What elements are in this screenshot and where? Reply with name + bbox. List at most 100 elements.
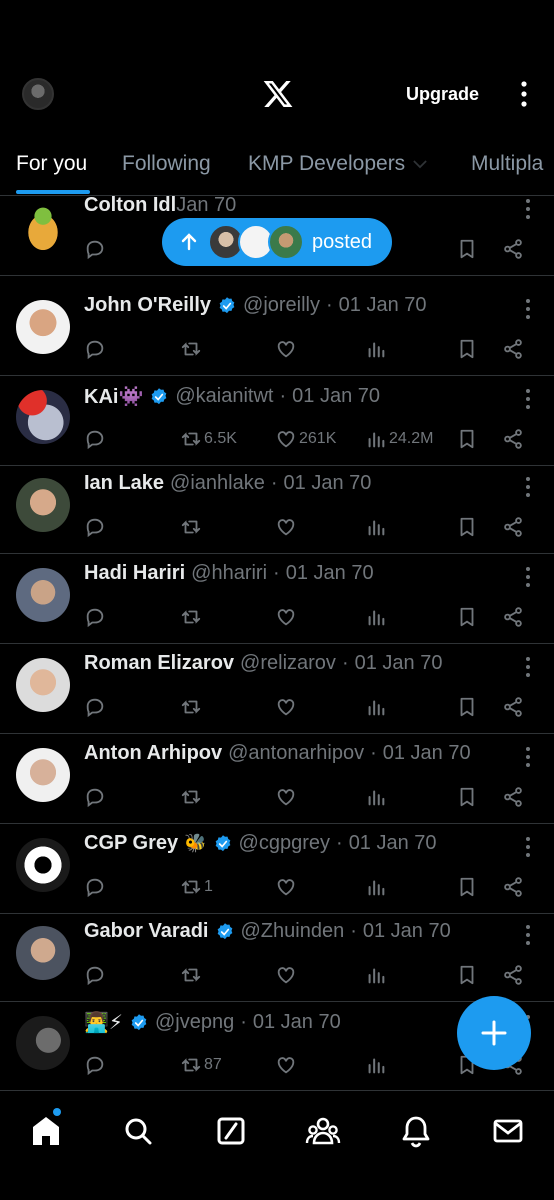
bookmark-icon[interactable]	[456, 424, 478, 454]
author-name[interactable]: CGP Grey	[84, 832, 178, 855]
views-button[interactable]	[363, 782, 389, 812]
views-button[interactable]	[363, 334, 389, 364]
bookmark-icon[interactable]	[456, 782, 478, 812]
author-name[interactable]: KAi👾	[84, 384, 143, 409]
notifications-icon[interactable]	[398, 1113, 434, 1149]
post-item[interactable]: Gabor Varadi @Zhuinden · 01 Jan 70	[0, 912, 554, 1002]
like-button[interactable]	[273, 1050, 299, 1080]
views-button[interactable]	[363, 602, 389, 632]
views-button[interactable]	[363, 512, 389, 542]
like-button[interactable]	[273, 782, 299, 812]
compose-button[interactable]	[457, 996, 531, 1070]
post-more-icon[interactable]	[524, 836, 532, 858]
search-icon[interactable]	[120, 1113, 156, 1149]
upgrade-button[interactable]: Upgrade	[396, 82, 489, 107]
post-item[interactable]: Anton Arhipov @antonarhipov · 01 Jan 70	[0, 734, 554, 824]
post-more-icon[interactable]	[524, 566, 532, 588]
share-icon[interactable]	[502, 692, 524, 722]
bookmark-icon[interactable]	[456, 602, 478, 632]
post-more-icon[interactable]	[524, 388, 532, 410]
avatar[interactable]	[16, 390, 70, 444]
author-name[interactable]: Roman Elizarov	[84, 652, 234, 675]
like-button[interactable]: 261K	[273, 424, 336, 454]
reply-icon[interactable]	[84, 960, 106, 990]
like-button[interactable]	[273, 960, 299, 990]
avatar[interactable]	[16, 838, 70, 892]
communities-icon[interactable]	[305, 1113, 341, 1149]
repost-button[interactable]	[178, 692, 204, 722]
grok-icon[interactable]	[213, 1113, 249, 1149]
avatar[interactable]	[16, 658, 70, 712]
post-item[interactable]: Ian Lake @ianhlake · 01 Jan 70	[0, 464, 554, 554]
like-button[interactable]	[273, 602, 299, 632]
like-button[interactable]	[273, 512, 299, 542]
post-more-icon[interactable]	[524, 746, 532, 768]
views-button[interactable]: 24.2M	[363, 424, 433, 454]
like-button[interactable]	[273, 872, 299, 902]
repost-button[interactable]: 87	[178, 1050, 222, 1080]
author-name[interactable]: Colton Idl	[84, 196, 176, 217]
share-icon[interactable]	[502, 782, 524, 812]
share-icon[interactable]	[502, 234, 524, 264]
post-item[interactable]: CGP Grey 🐝 @cgpgrey · 01 Jan 70 1	[0, 824, 554, 914]
share-icon[interactable]	[502, 602, 524, 632]
repost-button[interactable]	[178, 334, 204, 364]
repost-button[interactable]	[178, 960, 204, 990]
author-name[interactable]: 👨‍💻⚡	[84, 1010, 123, 1035]
views-button[interactable]	[363, 872, 389, 902]
share-icon[interactable]	[502, 960, 524, 990]
reply-icon[interactable]	[84, 234, 106, 264]
author-name[interactable]: Ian Lake	[84, 472, 164, 495]
like-button[interactable]	[273, 334, 299, 364]
avatar[interactable]	[16, 1016, 70, 1070]
more-vertical-icon[interactable]	[512, 80, 536, 108]
reply-icon[interactable]	[84, 872, 106, 902]
tab-multiplatform[interactable]: Multipla	[471, 152, 543, 176]
views-button[interactable]	[363, 692, 389, 722]
share-icon[interactable]	[502, 872, 524, 902]
reply-icon[interactable]	[84, 512, 106, 542]
post-item[interactable]: Hadi Hariri @hhariri · 01 Jan 70	[0, 554, 554, 644]
new-posts-pill[interactable]: posted	[162, 218, 392, 266]
bookmark-icon[interactable]	[456, 234, 478, 264]
tab-for-you[interactable]: For you	[16, 152, 87, 176]
post-item[interactable]: KAi👾 @kaianitwt · 01 Jan 70 6.5K 261K 24.…	[0, 376, 554, 466]
avatar[interactable]	[16, 478, 70, 532]
avatar[interactable]	[16, 200, 70, 254]
post-more-icon[interactable]	[524, 924, 532, 946]
repost-button[interactable]	[178, 512, 204, 542]
share-icon[interactable]	[502, 334, 524, 364]
repost-button[interactable]	[178, 782, 204, 812]
repost-button[interactable]	[178, 602, 204, 632]
post-more-icon[interactable]	[524, 656, 532, 678]
reply-icon[interactable]	[84, 424, 106, 454]
reply-icon[interactable]	[84, 602, 106, 632]
author-name[interactable]: Anton Arhipov	[84, 742, 222, 765]
avatar[interactable]	[16, 300, 70, 354]
post-item[interactable]: John O'Reilly @joreilly · 01 Jan 70	[0, 286, 554, 376]
tab-kmp-developers[interactable]: KMP Developers	[248, 152, 427, 176]
bookmark-icon[interactable]	[456, 692, 478, 722]
avatar[interactable]	[16, 926, 70, 980]
author-name[interactable]: John O'Reilly	[84, 294, 211, 317]
views-button[interactable]	[363, 960, 389, 990]
reply-icon[interactable]	[84, 1050, 106, 1080]
home-icon[interactable]	[28, 1113, 64, 1149]
bookmark-icon[interactable]	[456, 960, 478, 990]
reply-icon[interactable]	[84, 782, 106, 812]
author-name[interactable]: Gabor Varadi	[84, 920, 209, 943]
tab-following[interactable]: Following	[122, 152, 211, 176]
avatar[interactable]	[16, 568, 70, 622]
repost-button[interactable]: 1	[178, 872, 213, 902]
messages-icon[interactable]	[490, 1113, 526, 1149]
avatar[interactable]	[16, 748, 70, 802]
share-icon[interactable]	[502, 424, 524, 454]
bookmark-icon[interactable]	[456, 334, 478, 364]
reply-icon[interactable]	[84, 692, 106, 722]
bookmark-icon[interactable]	[456, 872, 478, 902]
bookmark-icon[interactable]	[456, 512, 478, 542]
reply-icon[interactable]	[84, 334, 106, 364]
post-more-icon[interactable]	[524, 298, 532, 320]
like-button[interactable]	[273, 692, 299, 722]
share-icon[interactable]	[502, 512, 524, 542]
